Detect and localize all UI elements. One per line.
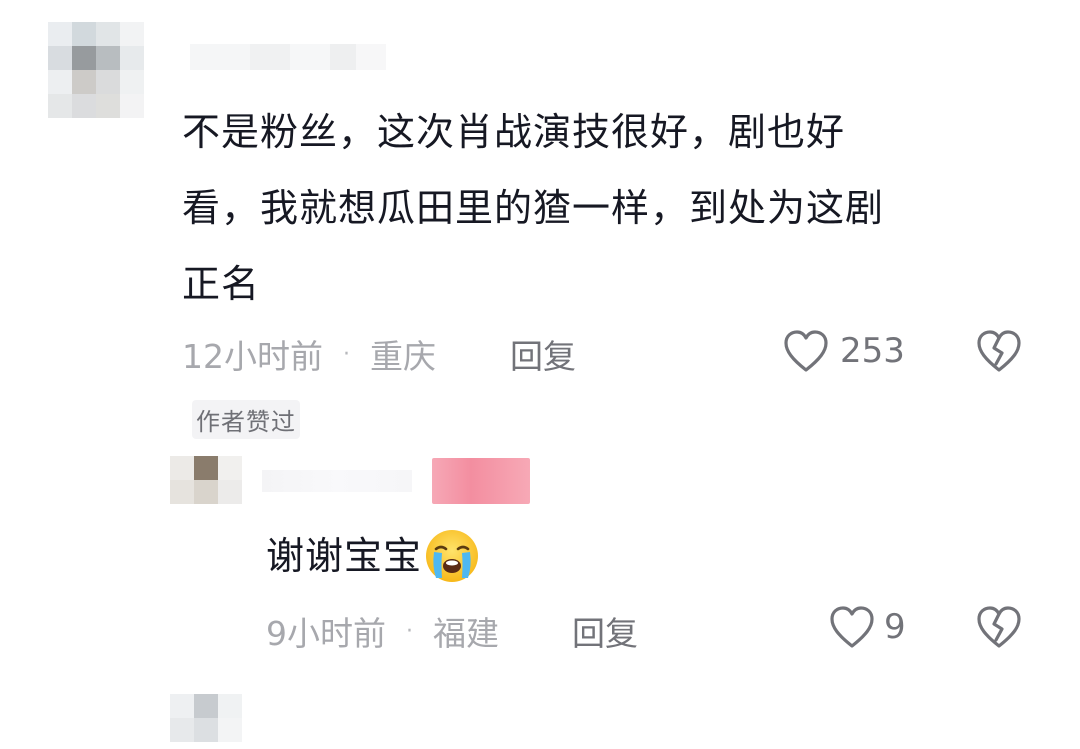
comment-line: 正名 bbox=[182, 262, 261, 306]
comment-meta: 12小时前 · 重庆 bbox=[182, 330, 436, 378]
broken-heart-icon[interactable] bbox=[975, 328, 1023, 374]
comment-line: 看，我就想瓜田里的猹一样，到处为这剧 bbox=[182, 186, 885, 230]
comment-line: 不是粉丝，这次肖战演技很好，剧也好 bbox=[182, 110, 846, 154]
avatar[interactable] bbox=[48, 22, 144, 118]
reply-like-button[interactable]: 9 bbox=[828, 604, 906, 650]
reply-time: 9小时前 bbox=[266, 614, 386, 653]
loudly-crying-face-icon bbox=[426, 530, 479, 582]
reply-username-blur bbox=[262, 470, 412, 492]
reply-to-reply-button[interactable]: 回复 bbox=[572, 607, 638, 655]
reply-button[interactable]: 回复 bbox=[510, 330, 576, 378]
reply-text: 谢谢宝宝 bbox=[266, 526, 480, 586]
heart-icon bbox=[784, 330, 828, 372]
comment-time: 12小时前 bbox=[182, 337, 323, 376]
reply-avatar[interactable] bbox=[170, 456, 242, 504]
reply-message: 谢谢宝宝 bbox=[266, 534, 423, 578]
username[interactable] bbox=[190, 44, 386, 70]
reply-like-count: 9 bbox=[884, 607, 906, 647]
next-reply-avatar[interactable] bbox=[170, 694, 242, 742]
like-button[interactable]: 253 bbox=[782, 328, 905, 374]
comment-text: 不是粉丝，这次肖战演技很好，剧也好 看，我就想瓜田里的猹一样，到处为这剧 正名 bbox=[182, 94, 1012, 322]
broken-heart-icon[interactable] bbox=[975, 604, 1023, 650]
like-count: 253 bbox=[840, 331, 905, 371]
heart-icon bbox=[830, 606, 874, 648]
author-liked-badge: 作者赞过 bbox=[192, 400, 300, 439]
reply-meta: 9小时前 · 福建 bbox=[266, 607, 499, 655]
comment-location: 重庆 bbox=[370, 337, 436, 376]
reply-location: 福建 bbox=[433, 614, 499, 653]
reply-username[interactable] bbox=[432, 458, 530, 504]
separator-dot: · bbox=[343, 341, 350, 367]
separator-dot: · bbox=[406, 618, 413, 644]
